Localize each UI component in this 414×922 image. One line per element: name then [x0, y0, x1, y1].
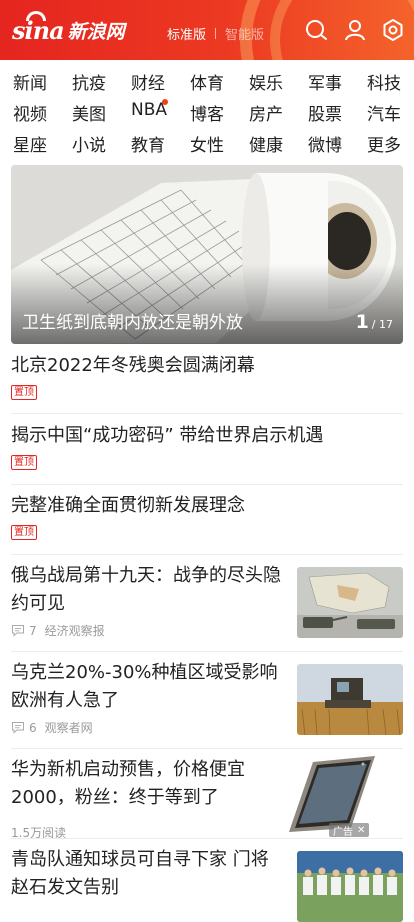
news-item-ukraine[interactable]: 俄乌战局第十九天：战争的尽头隐约可见 7 经济观察报 [11, 562, 403, 647]
news-source: 观察者网 [44, 721, 93, 735]
category-realestate[interactable]: 房产 [249, 100, 293, 125]
news-title[interactable]: 揭示中国“成功密码” 带给世界启示机遇 [11, 422, 403, 450]
news-title[interactable]: 华为新机启动预售，价格便宜2000，粉丝：终于等到了 [11, 756, 251, 812]
user-icon[interactable] [343, 18, 367, 42]
news-title[interactable]: 完整准确全面贯彻新发展理念 [11, 492, 403, 520]
nba-new-dot [162, 99, 168, 105]
news-item-pinned-1[interactable]: 北京2022年冬残奥会圆满闭幕 置顶 [11, 352, 403, 400]
smart-version-button[interactable]: 智能版 [225, 24, 264, 43]
logo-eye-mark [26, 11, 46, 21]
standard-version-button[interactable]: 标准版 [167, 24, 206, 43]
settings-icon[interactable] [381, 18, 405, 42]
news-item-crops[interactable]: 乌克兰20%-30%种植区域受影响欧洲有人急了 6 观察者网 [11, 659, 403, 744]
news-thumbnail[interactable] [297, 567, 403, 638]
hero-current-page: 1 [355, 311, 369, 333]
divider [11, 484, 403, 485]
category-epidemic[interactable]: 抗疫 [72, 69, 116, 94]
news-title[interactable]: 俄乌战局第十九天：战争的尽头隐约可见 [11, 562, 283, 618]
news-source: 经济观察报 [44, 624, 105, 638]
category-stocks[interactable]: 股票 [308, 100, 352, 125]
pinned-badge: 置顶 [11, 525, 37, 540]
category-news[interactable]: 新闻 [13, 69, 57, 94]
category-military[interactable]: 军事 [308, 69, 352, 94]
category-entertainment[interactable]: 娱乐 [249, 69, 293, 94]
category-video[interactable]: 视频 [13, 100, 57, 125]
ad-label: 广告 [333, 826, 353, 838]
pinned-badge: 置顶 [11, 455, 37, 470]
divider [11, 554, 403, 555]
top-header: sina 新浪网 标准版 智能版 [0, 0, 414, 60]
football-team-image [297, 851, 403, 922]
category-novels[interactable]: 小说 [72, 131, 116, 156]
divider [11, 748, 403, 749]
category-education[interactable]: 教育 [131, 131, 175, 156]
category-weibo[interactable]: 微博 [308, 131, 352, 156]
hero-total-pages: / 17 [371, 318, 393, 331]
close-icon[interactable]: ✕ [357, 825, 365, 836]
comment-icon [12, 625, 24, 637]
category-photos[interactable]: 美图 [72, 100, 116, 125]
hero-carousel[interactable]: 卫生纸到底朝内放还是朝外放 1/ 17 [11, 165, 403, 344]
sina-logo[interactable]: sina 新浪网 [12, 11, 125, 46]
news-title[interactable]: 北京2022年冬残奥会圆满闭幕 [11, 352, 403, 380]
category-health[interactable]: 健康 [249, 131, 293, 156]
comment-icon [12, 722, 24, 734]
phone-image [287, 756, 391, 832]
category-sports[interactable]: 体育 [190, 69, 234, 94]
news-thumbnail[interactable] [297, 664, 403, 735]
hero-caption: 卫生纸到底朝内放还是朝外放 [22, 313, 243, 333]
divider [11, 651, 403, 652]
pinned-badge: 置顶 [11, 385, 37, 400]
category-women[interactable]: 女性 [190, 131, 234, 156]
news-item-qingdao[interactable]: 青岛队通知球员可自寻下家 门将赵石发文告别 [11, 846, 403, 922]
news-item-pinned-2[interactable]: 揭示中国“成功密码” 带给世界启示机遇 置顶 [11, 422, 403, 470]
map-tank-image [297, 567, 403, 638]
news-item-ad[interactable]: 华为新机启动预售，价格便宜2000，粉丝：终于等到了 1.5万阅读 广告 ✕ [11, 756, 403, 841]
category-finance[interactable]: 财经 [131, 69, 175, 94]
category-more[interactable]: 更多 [367, 131, 411, 156]
divider [11, 838, 403, 839]
news-title[interactable]: 乌克兰20%-30%种植区域受影响欧洲有人急了 [11, 659, 283, 715]
category-auto[interactable]: 汽车 [367, 100, 411, 125]
logo-chinese: 新浪网 [67, 20, 125, 43]
version-switch: 标准版 智能版 [167, 24, 264, 43]
news-title[interactable]: 青岛队通知球员可自寻下家 门将赵石发文告别 [11, 846, 283, 902]
ad-badge[interactable]: 广告 ✕ [329, 823, 370, 838]
category-nba[interactable]: NBA [131, 100, 175, 120]
category-tech[interactable]: 科技 [367, 69, 411, 94]
news-thumbnail[interactable] [287, 756, 391, 832]
search-icon[interactable] [304, 18, 328, 42]
harvester-image [297, 664, 403, 735]
category-nav: 新闻 抗疫 财经 体育 娱乐 军事 科技 视频 美图 NBA 博客 房产 股票 … [0, 62, 414, 158]
news-item-pinned-3[interactable]: 完整准确全面贯彻新发展理念 置顶 [11, 492, 403, 540]
divider [11, 413, 403, 414]
category-horoscope[interactable]: 星座 [13, 131, 57, 156]
hero-page-indicator: 1/ 17 [356, 311, 393, 333]
category-blog[interactable]: 博客 [190, 100, 234, 125]
comment-count: 6 [29, 720, 37, 735]
news-thumbnail[interactable] [297, 851, 403, 922]
comment-count: 7 [29, 623, 37, 638]
version-divider [215, 28, 217, 39]
